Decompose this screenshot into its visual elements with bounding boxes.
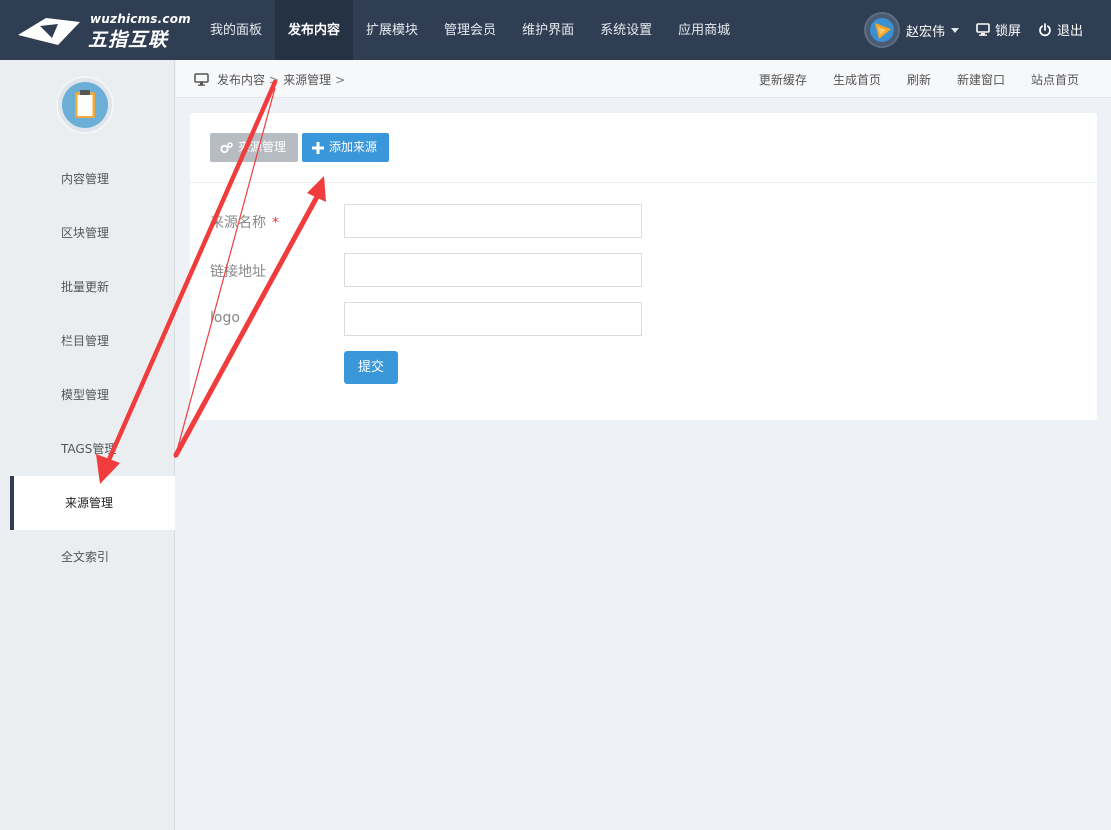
- breadcrumb-item-publish[interactable]: 发布内容: [217, 71, 265, 88]
- clipboard-icon: [75, 90, 95, 118]
- topnav-dashboard[interactable]: 我的面板: [197, 0, 275, 60]
- logout-label: 退出: [1057, 24, 1084, 39]
- user-menu[interactable]: 赵宏伟: [864, 12, 960, 48]
- logout-button[interactable]: 退出: [1038, 20, 1083, 39]
- logo-input[interactable]: [344, 302, 642, 336]
- add-source-button[interactable]: 添加来源: [302, 133, 389, 162]
- lock-screen-button[interactable]: 锁屏: [976, 20, 1021, 39]
- monitor-icon: [976, 23, 990, 36]
- sidebar: 内容管理 区块管理 批量更新 栏目管理 模型管理 TAGS管理 来源管理 全文索…: [0, 60, 175, 830]
- breadcrumb-item-sources[interactable]: 来源管理: [283, 71, 331, 88]
- logo-domain: wuzhicms.com: [90, 12, 191, 26]
- source-manage-label: 来源管理: [238, 140, 287, 154]
- submit-button[interactable]: 提交: [344, 351, 398, 384]
- form-row-logo: logo: [210, 302, 650, 336]
- topnav-extensions[interactable]: 扩展模块: [353, 0, 431, 60]
- sidebar-item-sources[interactable]: 来源管理: [10, 476, 175, 530]
- panel-header: 来源管理 添加来源: [190, 113, 1097, 183]
- sidebar-item-batch-update[interactable]: 批量更新: [0, 260, 175, 314]
- topnav-publish[interactable]: 发布内容: [275, 0, 354, 60]
- source-manage-button[interactable]: 来源管理: [210, 133, 298, 162]
- generate-homepage-link[interactable]: 生成首页: [833, 71, 881, 88]
- avatar[interactable]: [864, 12, 900, 48]
- sidebar-menu: 内容管理 区块管理 批量更新 栏目管理 模型管理 TAGS管理 来源管理 全文索…: [0, 152, 175, 584]
- topnav-maintenance[interactable]: 维护界面: [509, 0, 587, 60]
- site-homepage-link[interactable]: 站点首页: [1031, 71, 1079, 88]
- logo-name: 五指互联: [88, 29, 169, 51]
- power-icon: [1039, 22, 1051, 36]
- logo[interactable]: wuzhicms.com 五指互联: [18, 12, 191, 51]
- breadcrumb: 发布内容 > 来源管理 >: [194, 71, 349, 88]
- sidebar-item-tags[interactable]: TAGS管理: [0, 422, 175, 476]
- refresh-link[interactable]: 刷新: [907, 71, 931, 88]
- logo-label: logo: [210, 310, 240, 326]
- breadcrumb-separator: >: [335, 72, 346, 87]
- plus-icon: [312, 141, 324, 154]
- new-window-link[interactable]: 新建窗口: [957, 71, 1005, 88]
- link-url-label: 链接地址: [210, 264, 266, 280]
- lock-screen-label: 锁屏: [995, 24, 1022, 39]
- chevron-down-icon[interactable]: [951, 27, 960, 33]
- topnav-members[interactable]: 管理会员: [431, 0, 509, 60]
- source-name-label: 来源名称 *: [210, 215, 279, 231]
- source-name-input[interactable]: [344, 204, 642, 238]
- gears-icon: [220, 141, 233, 153]
- required-mark: *: [272, 215, 279, 231]
- sidebar-item-blocks[interactable]: 区块管理: [0, 206, 175, 260]
- breadcrumb-bar: 发布内容 > 来源管理 > 更新缓存 生成首页 刷新 新建窗口 站点首页: [176, 60, 1111, 98]
- sidebar-item-categories[interactable]: 栏目管理: [0, 314, 175, 368]
- sidebar-item-content[interactable]: 内容管理: [0, 152, 175, 206]
- section-icon-badge: [56, 76, 114, 134]
- sidebar-item-fulltext-index[interactable]: 全文索引: [0, 530, 175, 584]
- monitor-icon: [194, 73, 209, 86]
- link-url-input[interactable]: [344, 253, 642, 287]
- form-row-source-name: 来源名称 *: [210, 204, 650, 238]
- breadcrumb-separator: >: [269, 72, 280, 87]
- form-row-link-url: 链接地址: [210, 253, 650, 287]
- add-source-label: 添加来源: [329, 140, 378, 154]
- topnav-settings[interactable]: 系统设置: [587, 0, 665, 60]
- top-nav: 我的面板 发布内容 扩展模块 管理会员 维护界面 系统设置 应用商城: [197, 0, 743, 60]
- topnav-app-store[interactable]: 应用商城: [665, 0, 743, 60]
- user-name[interactable]: 赵宏伟: [906, 21, 945, 40]
- logo-mark-icon: [18, 18, 80, 45]
- source-form-panel: 来源管理 添加来源 来源名称 * 链接地址 logo 提交: [190, 113, 1097, 420]
- sidebar-item-models[interactable]: 模型管理: [0, 368, 175, 422]
- update-cache-link[interactable]: 更新缓存: [759, 71, 807, 88]
- breadcrumb-actions: 更新缓存 生成首页 刷新 新建窗口 站点首页: [733, 71, 1079, 88]
- top-bar: wuzhicms.com 五指互联 我的面板 发布内容 扩展模块 管理会员 维护…: [0, 0, 1111, 60]
- avatar-play-icon: [875, 23, 891, 39]
